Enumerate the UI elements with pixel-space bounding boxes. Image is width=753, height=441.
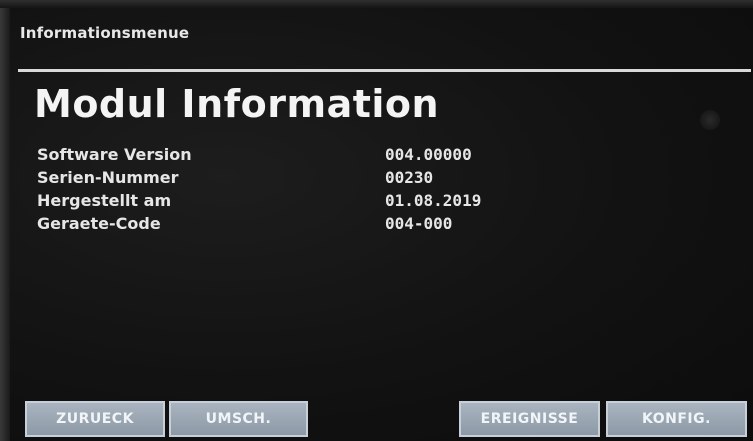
info-value: 00230 <box>385 168 434 187</box>
screen-bezel-top <box>0 0 753 8</box>
info-row-device-code: Geraete-Code 004-000 <box>37 214 637 237</box>
info-value: 004.00000 <box>385 145 472 164</box>
screen-glare <box>700 110 720 130</box>
info-label: Hergestellt am <box>37 191 172 210</box>
device-screen: Informationsmenue Modul Information Soft… <box>0 0 753 441</box>
module-info-table: Software Version 004.00000 Serien-Nummer… <box>37 145 637 237</box>
info-row-manufactured-date: Hergestellt am 01.08.2019 <box>37 191 637 214</box>
info-label: Serien-Nummer <box>37 168 179 187</box>
info-label: Geraete-Code <box>37 214 161 233</box>
info-row-software-version: Software Version 004.00000 <box>37 145 637 168</box>
info-label: Software Version <box>37 145 192 164</box>
screen-bezel-left <box>0 0 10 441</box>
info-value: 01.08.2019 <box>385 191 482 210</box>
switch-button[interactable]: UMSCH. <box>169 401 308 437</box>
config-button[interactable]: KONFIG. <box>606 401 747 437</box>
back-button[interactable]: ZURUECK <box>25 401 165 437</box>
menu-title: Informationsmenue <box>20 24 190 42</box>
events-button[interactable]: EREIGNISSE <box>459 401 600 437</box>
info-row-serial-number: Serien-Nummer 00230 <box>37 168 637 191</box>
header-divider <box>18 69 751 72</box>
info-value: 004-000 <box>385 214 453 233</box>
page-title: Modul Information <box>34 82 440 126</box>
